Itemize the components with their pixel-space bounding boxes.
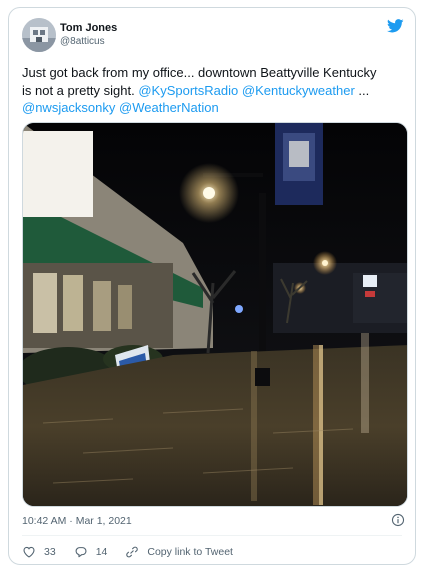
- reply-count: 14: [95, 546, 108, 558]
- author-handle[interactable]: @8atticus: [60, 36, 105, 47]
- reply-icon: [75, 547, 87, 558]
- author-avatar[interactable]: [22, 18, 56, 52]
- tweet-text-line: @nwsjacksonky @WeatherNation: [22, 99, 408, 117]
- flood-photo: [23, 123, 407, 506]
- tweet-card: Tom Jones @8atticus Just got back from m…: [8, 7, 416, 565]
- tweet-text-line: Just got back from my office... downtown…: [22, 64, 408, 82]
- tweet-text: Just got back from my office... downtown…: [22, 64, 408, 117]
- copy-link-button[interactable]: Copy link to Tweet: [125, 545, 233, 559]
- action-bar: 33 14 Copy link to Tweet: [22, 544, 251, 560]
- tweet-text-segment: is not a pretty sight.: [22, 82, 139, 98]
- mention-link[interactable]: @nwsjacksonky: [22, 100, 115, 115]
- copy-link-label: Copy link to Tweet: [147, 546, 233, 558]
- tweet-text-segment: Just got back from my office... downtown…: [22, 65, 377, 80]
- author-name[interactable]: Tom Jones: [60, 22, 117, 34]
- mention-link[interactable]: @WeatherNation: [119, 100, 219, 115]
- tweet-text-segment: ...: [354, 82, 370, 98]
- tweet-timestamp[interactable]: 10:42 AM · Mar 1, 2021: [22, 515, 132, 527]
- info-icon[interactable]: [391, 513, 405, 527]
- tweet-text-line: is not a pretty sight. @KySportsRadio @K…: [22, 82, 408, 100]
- mention-link[interactable]: @KySportsRadio: [138, 83, 238, 98]
- divider: [22, 535, 402, 536]
- avatar-photo: [22, 18, 56, 52]
- heart-icon: [23, 546, 35, 558]
- reply-button[interactable]: 14: [74, 545, 108, 559]
- tweet-photo[interactable]: [22, 122, 408, 507]
- mention-link[interactable]: @Kentuckyweather: [242, 83, 355, 98]
- link-icon: [126, 546, 139, 558]
- twitter-bird-icon[interactable]: [387, 19, 404, 33]
- like-button[interactable]: 33: [22, 545, 56, 559]
- like-count: 33: [44, 546, 56, 558]
